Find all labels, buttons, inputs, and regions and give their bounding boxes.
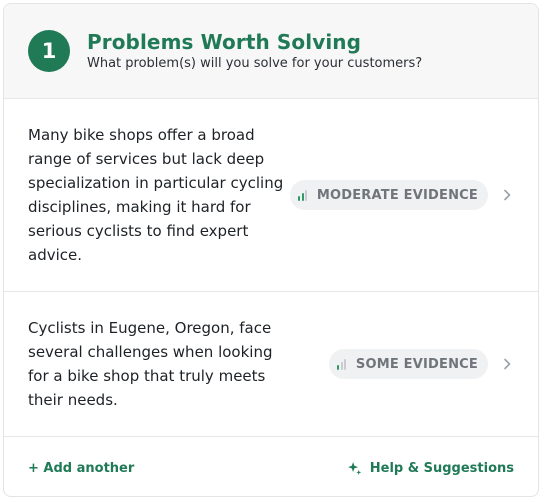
help-suggestions-label: Help & Suggestions [369, 461, 514, 476]
problem-row[interactable]: Many bike shops offer a broad range of s… [4, 99, 538, 292]
header-text: Problems Worth Solving What problem(s) w… [87, 30, 422, 73]
problem-row[interactable]: Cyclists in Eugene, Oregon, face several… [4, 292, 538, 437]
signal-bar [340, 361, 343, 370]
sparkle-icon [347, 462, 361, 475]
problems-card: 1 Problems Worth Solving What problem(s)… [3, 3, 539, 497]
section-subtitle: What problem(s) will you solve for your … [87, 55, 423, 71]
signal-bar [301, 192, 304, 201]
card-footer: + Add another Help & Suggestions [4, 437, 538, 496]
signal-bar [305, 189, 308, 201]
signal-bar [344, 358, 347, 370]
help-suggestions-button[interactable]: Help & Suggestions [346, 460, 514, 477]
chevron-right-icon[interactable] [502, 358, 512, 370]
signal-bars-icon [337, 358, 348, 370]
evidence-control: MODERATE EVIDENCE [290, 180, 512, 210]
evidence-badge[interactable]: MODERATE EVIDENCE [290, 180, 488, 210]
add-another-button[interactable]: + Add another [28, 461, 134, 476]
chevron-right-icon[interactable] [502, 189, 512, 201]
card-header: 1 Problems Worth Solving What problem(s)… [4, 4, 538, 99]
section-title: Problems Worth Solving [87, 29, 362, 54]
evidence-label: SOME EVIDENCE [355, 356, 478, 372]
signal-bar [298, 195, 301, 201]
evidence-badge[interactable]: SOME EVIDENCE [329, 349, 488, 379]
problem-text: Cyclists in Eugene, Oregon, face several… [28, 319, 273, 409]
step-number-badge: 1 [28, 30, 70, 72]
evidence-label: MODERATE EVIDENCE [316, 187, 478, 203]
signal-bar [337, 364, 340, 370]
evidence-control: SOME EVIDENCE [329, 349, 512, 379]
problem-text: Many bike shops offer a broad range of s… [28, 126, 284, 264]
signal-bars-icon [298, 189, 309, 201]
